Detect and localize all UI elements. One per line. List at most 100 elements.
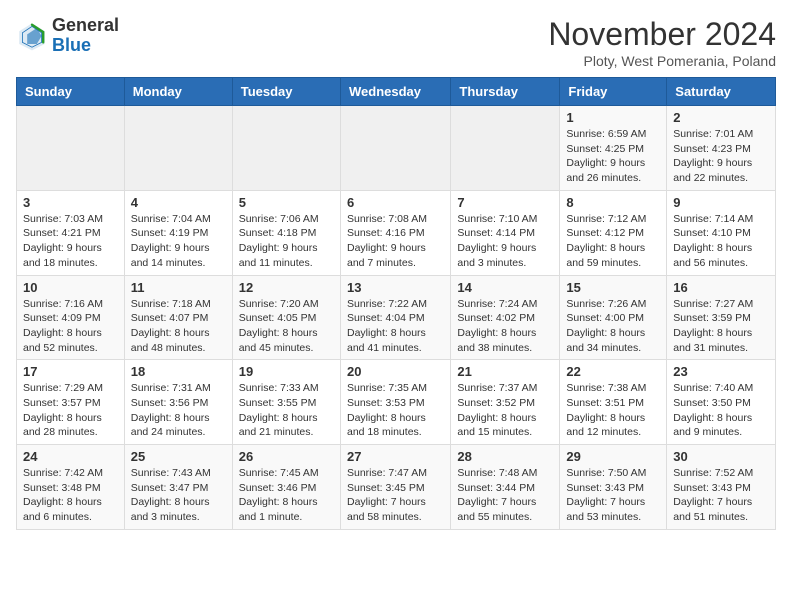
day-info: Sunrise: 7:50 AM Sunset: 3:43 PM Dayligh… xyxy=(566,466,660,525)
day-info: Sunrise: 7:08 AM Sunset: 4:16 PM Dayligh… xyxy=(347,212,444,271)
calendar-cell: 1 Sunrise: 6:59 AM Sunset: 4:25 PM Daylig… xyxy=(560,106,667,191)
day-number: 11 xyxy=(131,280,226,295)
weekday-saturday: Saturday xyxy=(667,78,776,106)
calendar-cell: 6 Sunrise: 7:08 AM Sunset: 4:16 PM Daylig… xyxy=(340,190,450,275)
calendar-cell: 13Sunrise: 7:22 AM Sunset: 4:04 PM Dayli… xyxy=(340,275,450,360)
calendar-cell: 3Sunrise: 7:03 AM Sunset: 4:21 PM Daylig… xyxy=(17,190,125,275)
location: Ploty, West Pomerania, Poland xyxy=(548,53,776,69)
day-info: Sunrise: 7:10 AM Sunset: 4:14 PM Dayligh… xyxy=(457,212,553,271)
day-number: 20 xyxy=(347,364,444,379)
day-info: Sunrise: 7:29 AM Sunset: 3:57 PM Dayligh… xyxy=(23,381,118,440)
day-info: Sunrise: 7:52 AM Sunset: 3:43 PM Dayligh… xyxy=(673,466,769,525)
calendar-cell: 18 Sunrise: 7:31 AM Sunset: 3:56 PM Dayli… xyxy=(124,360,232,445)
calendar-cell: 21 Sunrise: 7:37 AM Sunset: 3:52 PM Dayli… xyxy=(451,360,560,445)
calendar-cell: 22Sunrise: 7:38 AM Sunset: 3:51 PM Dayli… xyxy=(560,360,667,445)
day-number: 6 xyxy=(347,195,444,210)
logo-blue: Blue xyxy=(52,36,119,56)
day-info: Sunrise: 7:43 AM Sunset: 3:47 PM Dayligh… xyxy=(131,466,226,525)
calendar-week-2: 3Sunrise: 7:03 AM Sunset: 4:21 PM Daylig… xyxy=(17,190,776,275)
day-info: Sunrise: 7:03 AM Sunset: 4:21 PM Dayligh… xyxy=(23,212,118,271)
calendar-cell: 19Sunrise: 7:33 AM Sunset: 3:55 PM Dayli… xyxy=(232,360,340,445)
day-number: 7 xyxy=(457,195,553,210)
day-number: 9 xyxy=(673,195,769,210)
day-info: Sunrise: 7:37 AM Sunset: 3:52 PM Dayligh… xyxy=(457,381,553,440)
calendar-cell: 5 Sunrise: 7:06 AM Sunset: 4:18 PM Daylig… xyxy=(232,190,340,275)
day-info: Sunrise: 7:04 AM Sunset: 4:19 PM Dayligh… xyxy=(131,212,226,271)
day-number: 1 xyxy=(566,110,660,125)
calendar-cell: 7 Sunrise: 7:10 AM Sunset: 4:14 PM Daylig… xyxy=(451,190,560,275)
calendar-cell: 16 Sunrise: 7:27 AM Sunset: 3:59 PM Dayli… xyxy=(667,275,776,360)
day-info: Sunrise: 7:47 AM Sunset: 3:45 PM Dayligh… xyxy=(347,466,444,525)
day-number: 4 xyxy=(131,195,226,210)
calendar-cell: 4 Sunrise: 7:04 AM Sunset: 4:19 PM Daylig… xyxy=(124,190,232,275)
day-number: 10 xyxy=(23,280,118,295)
day-number: 21 xyxy=(457,364,553,379)
day-number: 27 xyxy=(347,449,444,464)
day-info: Sunrise: 7:14 AM Sunset: 4:10 PM Dayligh… xyxy=(673,212,769,271)
day-info: Sunrise: 7:35 AM Sunset: 3:53 PM Dayligh… xyxy=(347,381,444,440)
day-info: Sunrise: 7:24 AM Sunset: 4:02 PM Dayligh… xyxy=(457,297,553,356)
calendar-cell: 15 Sunrise: 7:26 AM Sunset: 4:00 PM Dayli… xyxy=(560,275,667,360)
day-number: 12 xyxy=(239,280,334,295)
calendar-cell: 14 Sunrise: 7:24 AM Sunset: 4:02 PM Dayli… xyxy=(451,275,560,360)
day-number: 5 xyxy=(239,195,334,210)
calendar-cell: 23 Sunrise: 7:40 AM Sunset: 3:50 PM Dayli… xyxy=(667,360,776,445)
logo: General Blue xyxy=(16,16,119,56)
day-number: 16 xyxy=(673,280,769,295)
day-info: Sunrise: 7:06 AM Sunset: 4:18 PM Dayligh… xyxy=(239,212,334,271)
calendar: SundayMondayTuesdayWednesdayThursdayFrid… xyxy=(16,77,776,530)
day-info: Sunrise: 7:26 AM Sunset: 4:00 PM Dayligh… xyxy=(566,297,660,356)
day-number: 26 xyxy=(239,449,334,464)
calendar-week-3: 10 Sunrise: 7:16 AM Sunset: 4:09 PM Dayli… xyxy=(17,275,776,360)
weekday-thursday: Thursday xyxy=(451,78,560,106)
weekday-monday: Monday xyxy=(124,78,232,106)
day-info: Sunrise: 7:33 AM Sunset: 3:55 PM Dayligh… xyxy=(239,381,334,440)
calendar-cell: 30 Sunrise: 7:52 AM Sunset: 3:43 PM Dayli… xyxy=(667,445,776,530)
weekday-sunday: Sunday xyxy=(17,78,125,106)
day-info: Sunrise: 7:01 AM Sunset: 4:23 PM Dayligh… xyxy=(673,127,769,186)
day-number: 30 xyxy=(673,449,769,464)
weekday-friday: Friday xyxy=(560,78,667,106)
calendar-cell: 25Sunrise: 7:43 AM Sunset: 3:47 PM Dayli… xyxy=(124,445,232,530)
day-info: Sunrise: 7:45 AM Sunset: 3:46 PM Dayligh… xyxy=(239,466,334,525)
calendar-cell: 11 Sunrise: 7:18 AM Sunset: 4:07 PM Dayli… xyxy=(124,275,232,360)
calendar-cell xyxy=(124,106,232,191)
day-info: Sunrise: 7:18 AM Sunset: 4:07 PM Dayligh… xyxy=(131,297,226,356)
day-number: 22 xyxy=(566,364,660,379)
day-info: Sunrise: 7:31 AM Sunset: 3:56 PM Dayligh… xyxy=(131,381,226,440)
day-info: Sunrise: 7:27 AM Sunset: 3:59 PM Dayligh… xyxy=(673,297,769,356)
calendar-cell: 20 Sunrise: 7:35 AM Sunset: 3:53 PM Dayli… xyxy=(340,360,450,445)
calendar-cell: 17Sunrise: 7:29 AM Sunset: 3:57 PM Dayli… xyxy=(17,360,125,445)
day-info: Sunrise: 7:12 AM Sunset: 4:12 PM Dayligh… xyxy=(566,212,660,271)
calendar-body: 1 Sunrise: 6:59 AM Sunset: 4:25 PM Daylig… xyxy=(17,106,776,530)
calendar-cell: 12 Sunrise: 7:20 AM Sunset: 4:05 PM Dayli… xyxy=(232,275,340,360)
day-number: 18 xyxy=(131,364,226,379)
calendar-week-4: 17Sunrise: 7:29 AM Sunset: 3:57 PM Dayli… xyxy=(17,360,776,445)
calendar-cell: 10 Sunrise: 7:16 AM Sunset: 4:09 PM Dayli… xyxy=(17,275,125,360)
calendar-cell: 24 Sunrise: 7:42 AM Sunset: 3:48 PM Dayli… xyxy=(17,445,125,530)
calendar-cell: 27 Sunrise: 7:47 AM Sunset: 3:45 PM Dayli… xyxy=(340,445,450,530)
logo-general: General xyxy=(52,16,119,36)
day-info: Sunrise: 7:22 AM Sunset: 4:04 PM Dayligh… xyxy=(347,297,444,356)
day-info: Sunrise: 7:20 AM Sunset: 4:05 PM Dayligh… xyxy=(239,297,334,356)
day-info: Sunrise: 7:16 AM Sunset: 4:09 PM Dayligh… xyxy=(23,297,118,356)
day-info: Sunrise: 7:40 AM Sunset: 3:50 PM Dayligh… xyxy=(673,381,769,440)
logo-icon xyxy=(16,20,48,52)
day-info: Sunrise: 7:42 AM Sunset: 3:48 PM Dayligh… xyxy=(23,466,118,525)
day-number: 23 xyxy=(673,364,769,379)
calendar-cell: 8Sunrise: 7:12 AM Sunset: 4:12 PM Daylig… xyxy=(560,190,667,275)
day-number: 14 xyxy=(457,280,553,295)
calendar-week-1: 1 Sunrise: 6:59 AM Sunset: 4:25 PM Daylig… xyxy=(17,106,776,191)
calendar-cell: 2Sunrise: 7:01 AM Sunset: 4:23 PM Daylig… xyxy=(667,106,776,191)
calendar-cell xyxy=(17,106,125,191)
logo-text: General Blue xyxy=(52,16,119,56)
month-title: November 2024 xyxy=(548,16,776,53)
calendar-cell: 29Sunrise: 7:50 AM Sunset: 3:43 PM Dayli… xyxy=(560,445,667,530)
day-number: 15 xyxy=(566,280,660,295)
day-info: Sunrise: 6:59 AM Sunset: 4:25 PM Dayligh… xyxy=(566,127,660,186)
calendar-week-5: 24 Sunrise: 7:42 AM Sunset: 3:48 PM Dayli… xyxy=(17,445,776,530)
day-number: 24 xyxy=(23,449,118,464)
weekday-wednesday: Wednesday xyxy=(340,78,450,106)
weekday-tuesday: Tuesday xyxy=(232,78,340,106)
calendar-cell: 26 Sunrise: 7:45 AM Sunset: 3:46 PM Dayli… xyxy=(232,445,340,530)
